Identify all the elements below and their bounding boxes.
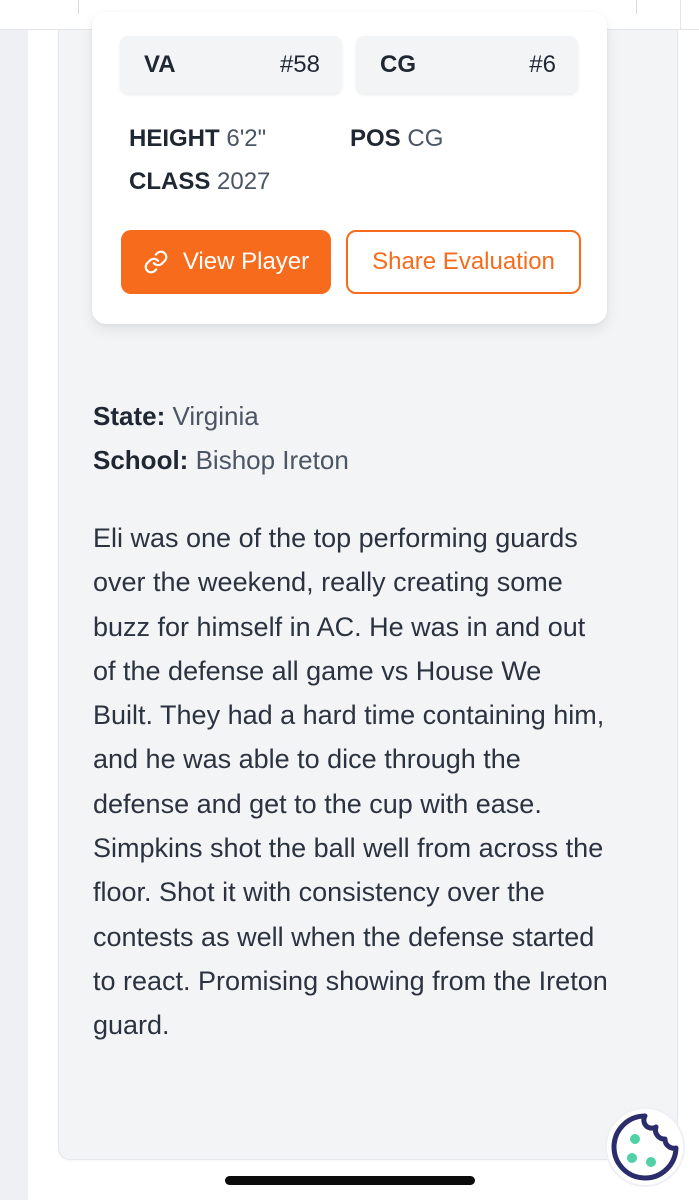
state-chip-number: #58 bbox=[279, 51, 320, 78]
school-label: School: bbox=[93, 445, 189, 475]
height-stat: HEIGHT 6'2" bbox=[129, 125, 266, 153]
cookie-settings-button[interactable] bbox=[604, 1106, 686, 1188]
height-value: 6'2" bbox=[226, 125, 267, 152]
school-row: School: Bishop Ireton bbox=[93, 445, 349, 476]
pos-chip-number: #6 bbox=[529, 51, 556, 78]
pos-value: CG bbox=[407, 125, 444, 152]
pos-chip-label: CG bbox=[380, 51, 416, 78]
state-jersey-chip: VA #58 bbox=[120, 36, 342, 93]
position-jersey-chip: CG #6 bbox=[356, 36, 578, 93]
class-value: 2027 bbox=[217, 168, 271, 195]
home-indicator bbox=[225, 1176, 475, 1185]
divider bbox=[636, 0, 637, 14]
cookie-icon bbox=[605, 1107, 685, 1187]
view-player-label: View Player bbox=[182, 248, 310, 275]
class-stat: CLASS 2027 bbox=[129, 168, 270, 196]
view-player-button[interactable]: View Player bbox=[121, 230, 331, 294]
height-label: HEIGHT bbox=[129, 125, 220, 152]
divider bbox=[680, 0, 681, 30]
state-label: State: bbox=[93, 401, 166, 431]
link-icon bbox=[144, 250, 168, 274]
state-value: Virginia bbox=[172, 401, 259, 431]
player-card: VA #58 CG #6 HEIGHT 6'2" POS CG CLASS 20… bbox=[92, 12, 607, 324]
state-row: State: Virginia bbox=[93, 401, 259, 432]
class-label: CLASS bbox=[129, 168, 211, 195]
evaluation-text: Eli was one of the top performing guards… bbox=[93, 523, 608, 1041]
share-evaluation-label: Share Evaluation bbox=[372, 248, 555, 275]
share-evaluation-button[interactable]: Share Evaluation bbox=[346, 230, 581, 294]
divider bbox=[78, 0, 79, 14]
school-value: Bishop Ireton bbox=[195, 445, 349, 475]
pos-stat: POS CG bbox=[350, 125, 443, 153]
pos-label: POS bbox=[350, 125, 401, 152]
state-chip-label: VA bbox=[144, 51, 176, 78]
